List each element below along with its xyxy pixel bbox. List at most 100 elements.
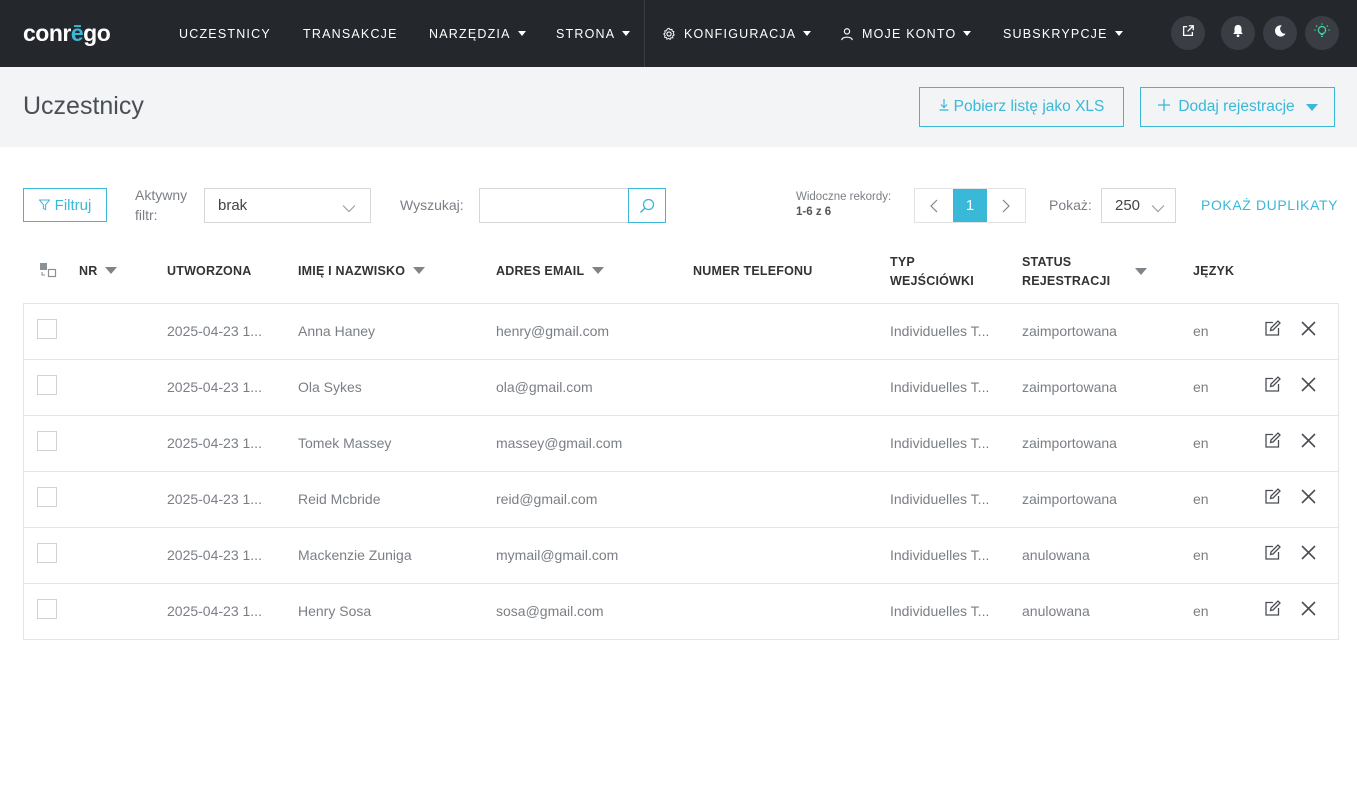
header-name[interactable]: IMIĘ I NAZWISKO: [298, 262, 426, 281]
download-xls-button[interactable]: Pobierz listę jako XLS: [919, 87, 1124, 127]
row-checkbox[interactable]: [37, 487, 57, 507]
edit-icon[interactable]: [1264, 320, 1281, 342]
table-row[interactable]: 2025-04-23 1... Henry Sosa sosa@gmail.co…: [24, 584, 1338, 640]
header-ticket-type[interactable]: TYP WEJŚCIÓWKI: [890, 253, 974, 291]
header-name-label: IMIĘ I NAZWISKO: [298, 264, 406, 278]
cell-status: zaimportowana: [1022, 435, 1117, 451]
header-phone[interactable]: NUMER TELEFONU: [693, 262, 812, 281]
nav-uczestnicy[interactable]: UCZESTNICY: [179, 0, 271, 67]
add-registration-button[interactable]: Dodaj rejestracje: [1140, 87, 1335, 127]
cell-status: zaimportowana: [1022, 491, 1117, 507]
delete-icon[interactable]: [1300, 488, 1317, 510]
search-label: Wyszukaj:: [400, 197, 464, 213]
next-page-button[interactable]: [987, 189, 1025, 222]
edit-icon[interactable]: [1264, 376, 1281, 398]
cell-email: henry@gmail.com: [496, 323, 610, 339]
nav-strona[interactable]: STRONA: [556, 0, 631, 67]
sort-caret-icon: [105, 267, 118, 274]
header-ticket-line2: WEJŚCIÓWKI: [890, 274, 974, 288]
delete-icon[interactable]: [1300, 376, 1317, 398]
caret-down-icon: [1114, 31, 1123, 36]
visible-records-value: 1-6 z 6: [796, 206, 832, 218]
bell-icon: [1231, 23, 1245, 43]
edit-icon[interactable]: [1264, 488, 1281, 510]
light-mode-button[interactable]: [1305, 16, 1339, 50]
page-size-select[interactable]: 250: [1101, 188, 1176, 223]
nav-label: SUBSKRYPCJE: [1003, 26, 1108, 41]
cell-name: Mackenzie Zuniga: [298, 547, 412, 563]
nav-moje-konto[interactable]: MOJE KONTO: [840, 0, 972, 67]
cell-language: en: [1193, 435, 1209, 451]
header-status[interactable]: STATUS REJESTRACJI: [1022, 253, 1110, 291]
cell-ticket-type: Individuelles T...: [890, 435, 990, 451]
header-language[interactable]: JĘZYK: [1193, 262, 1234, 281]
plus-icon: [1157, 98, 1171, 117]
row-checkbox[interactable]: [37, 599, 57, 619]
search-button[interactable]: [628, 188, 666, 223]
select-all-icon: [39, 262, 57, 278]
delete-icon[interactable]: [1300, 600, 1317, 622]
select-all-toggle[interactable]: [39, 262, 57, 283]
edit-icon[interactable]: [1264, 544, 1281, 566]
cell-name: Tomek Massey: [298, 435, 392, 451]
table-row[interactable]: 2025-04-23 1... Mackenzie Zuniga mymail@…: [24, 528, 1338, 584]
chevron-right-icon: [1002, 199, 1010, 213]
chevron-left-icon: [930, 199, 938, 213]
conrego-logo[interactable]: conr ē go: [23, 18, 111, 48]
active-filter-label-line2: filtr:: [135, 207, 158, 223]
header-nr[interactable]: NR: [79, 262, 118, 281]
table-row[interactable]: 2025-04-23 1... Ola Sykes ola@gmail.com …: [24, 360, 1338, 416]
cell-language: en: [1193, 323, 1209, 339]
funnel-icon: [38, 199, 50, 211]
nav-narzedzia[interactable]: NARZĘDZIA: [429, 0, 526, 67]
sort-caret-icon[interactable]: [1135, 268, 1147, 275]
caret-down-icon: [622, 31, 631, 36]
search-icon: [639, 198, 655, 214]
cell-email: sosa@gmail.com: [496, 603, 604, 619]
nav-label: UCZESTNICY: [179, 26, 271, 41]
cell-ticket-type: Individuelles T...: [890, 323, 990, 339]
delete-icon[interactable]: [1300, 432, 1317, 454]
sun-icon: [1313, 22, 1331, 45]
row-checkbox[interactable]: [37, 543, 57, 563]
filter-button[interactable]: Filtruj: [23, 188, 107, 222]
cell-language: en: [1193, 491, 1209, 507]
chevron-down-icon: [342, 200, 356, 217]
nav-transakcje[interactable]: TRANSAKCJE: [303, 0, 398, 67]
edit-icon[interactable]: [1264, 600, 1281, 622]
delete-icon[interactable]: [1300, 320, 1317, 342]
page-1-button[interactable]: 1: [953, 189, 987, 222]
active-filter-label-line1: Aktywny: [135, 187, 188, 203]
cell-status: zaimportowana: [1022, 379, 1117, 395]
cell-name: Reid Mcbride: [298, 491, 381, 507]
download-label: Pobierz listę jako XLS: [953, 98, 1105, 115]
table-row[interactable]: 2025-04-23 1... Reid Mcbride reid@gmail.…: [24, 472, 1338, 528]
header-email[interactable]: ADRES EMAIL: [496, 262, 605, 281]
header-email-label: ADRES EMAIL: [496, 264, 585, 278]
table-row[interactable]: 2025-04-23 1... Tomek Massey massey@gmai…: [24, 416, 1338, 472]
row-checkbox[interactable]: [37, 319, 57, 339]
row-checkbox[interactable]: [37, 375, 57, 395]
external-link-icon: [1181, 24, 1195, 43]
external-link-button[interactable]: [1171, 16, 1205, 50]
moon-icon: [1273, 24, 1287, 43]
show-duplicates-link[interactable]: POKAŻ DUPLIKATY: [1201, 197, 1338, 213]
nav-label: STRONA: [556, 26, 616, 41]
nav-konfiguracja[interactable]: KONFIGURACJA: [662, 0, 812, 67]
active-filter-value: brak: [218, 197, 248, 214]
cell-status: zaimportowana: [1022, 323, 1117, 339]
header-created[interactable]: UTWORZONA: [167, 262, 251, 281]
delete-icon[interactable]: [1300, 544, 1317, 566]
search-input[interactable]: [479, 188, 629, 223]
notifications-button[interactable]: [1221, 16, 1255, 50]
row-checkbox[interactable]: [37, 431, 57, 451]
edit-icon[interactable]: [1264, 432, 1281, 454]
table-row[interactable]: 2025-04-23 1... Anna Haney henry@gmail.c…: [24, 304, 1338, 360]
active-filter-select[interactable]: brak: [204, 188, 371, 223]
header-ticket-line1: TYP: [890, 255, 915, 269]
cell-created: 2025-04-23 1...: [167, 379, 262, 395]
cell-ticket-type: Individuelles T...: [890, 603, 990, 619]
prev-page-button[interactable]: [915, 189, 953, 222]
nav-subskrypcje[interactable]: SUBSKRYPCJE: [1003, 0, 1123, 67]
dark-mode-button[interactable]: [1263, 16, 1297, 50]
